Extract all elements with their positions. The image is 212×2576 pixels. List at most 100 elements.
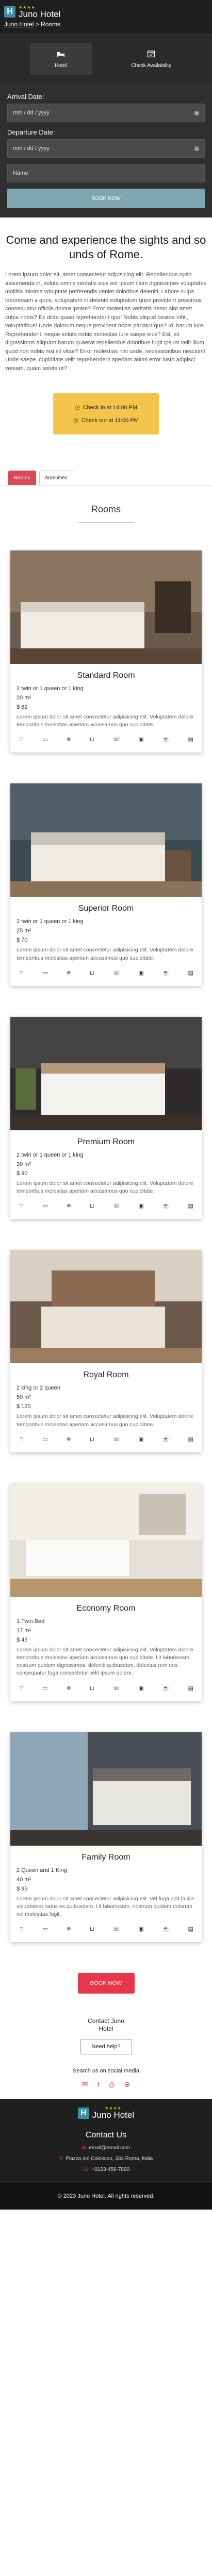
instagram-icon[interactable]: ◎ <box>108 2080 115 2089</box>
room-photo <box>10 783 202 897</box>
tv-icon: ▭ <box>42 737 48 743</box>
book-now-button[interactable]: BOOK NOW <box>7 189 205 208</box>
footer-email[interactable]: ✉ email@email.com <box>0 2145 212 2151</box>
facebook-icon[interactable]: f <box>97 2080 99 2089</box>
room-price: $ 45 <box>17 1636 28 1643</box>
calendar-check-icon <box>148 50 155 57</box>
ac-icon: ❄ <box>66 737 71 743</box>
wifi-icon: ⌔ <box>19 1203 24 1210</box>
room-card[interactable]: Family Room 2 Queen and 1 King 40 m² $ 9… <box>10 1732 202 1943</box>
intro-text: Lorem ipsum dolor sit, amet consectetur … <box>5 272 207 372</box>
room-size: 40 m² <box>17 1876 31 1883</box>
room-price: $ 70 <box>17 937 28 944</box>
room-bed: 2 Queen and 1 King <box>17 1867 67 1874</box>
bottom-book-now-button[interactable]: BOOK NOW <box>77 1973 135 1994</box>
room-name: Superior Room <box>78 904 134 913</box>
wifi-icon: ⌔ <box>19 1685 24 1692</box>
minibar-icon: ▤ <box>188 1685 193 1692</box>
footer-logo: H ★★★★ Juno Hotel <box>0 2106 212 2119</box>
checkout-time: Check out at 11:00 PM <box>81 417 139 424</box>
tab-rooms[interactable]: Rooms <box>8 471 36 485</box>
social-heading: Search us on social media <box>72 2068 139 2075</box>
clock-icon: ◷ <box>73 417 78 424</box>
bath-icon: ⊔ <box>90 1436 94 1443</box>
rooms-list: Standard Room 2 twin or 1 queen or 1 kin… <box>0 523 212 1943</box>
room-card[interactable]: Royal Room 2 king or 2 queen 50 m² $ 120… <box>10 1250 202 1452</box>
tv-icon: ▭ <box>42 969 48 976</box>
room-photo <box>10 550 202 664</box>
ac-icon: ❄ <box>66 1685 71 1692</box>
room-name: Premium Room <box>77 1137 135 1146</box>
top-tabs: Hotel Check Availability <box>0 33 212 85</box>
departure-date-placeholder: mm / dd / yyyy <box>13 145 50 152</box>
booking-form: Arrival Date: mm / dd / yyyy ▦ Departure … <box>0 85 212 218</box>
calendar-icon[interactable]: ▦ <box>194 110 199 116</box>
room-description: Lorem ipsum dolor sit amet consectetur a… <box>17 1413 193 1428</box>
intro-title: Come and experience the sights and so und… <box>6 233 206 261</box>
amenity-icons: ⌔ ▭ ❄ ⊔ ☏ ▣ ☕ ▤ <box>17 1926 195 1933</box>
email-icon[interactable]: ✉ <box>82 2080 88 2089</box>
breadcrumb-separator: > <box>34 20 41 28</box>
room-card[interactable]: Premium Room 2 twin or 1 queen or 1 king… <box>10 1016 202 1219</box>
room-card[interactable]: Standard Room 2 twin or 1 queen or 1 kin… <box>10 550 202 753</box>
contact-section: Contact Juno Hotel Need help? <box>80 2017 132 2055</box>
room-description: Lorem ipsum dolor sit amet consectetur a… <box>17 1646 193 1677</box>
checkin-time: Check in at 14:00 PM <box>83 404 137 411</box>
minibar-icon: ▤ <box>188 1926 193 1933</box>
tv-icon: ▭ <box>42 1685 48 1692</box>
safe-icon: ▣ <box>138 1203 144 1210</box>
rooms-heading: Rooms <box>91 504 121 514</box>
name-placeholder: Name <box>13 170 28 176</box>
room-bed: 1 Twin Bed <box>17 1618 45 1625</box>
copyright: © 2023 Juno Hotel. All rights reserved. <box>0 2183 212 2210</box>
need-help-button[interactable]: Need help? <box>80 2039 132 2055</box>
ac-icon: ❄ <box>66 1926 71 1933</box>
ac-icon: ❄ <box>66 1203 71 1210</box>
coffee-icon: ☕ <box>162 1203 170 1210</box>
safe-icon: ▣ <box>138 1436 144 1443</box>
tab-hotel[interactable]: Hotel <box>29 43 92 75</box>
room-size: 20 m² <box>17 695 31 701</box>
tv-icon: ▭ <box>42 1926 48 1933</box>
contact-line-1: Contact Juno <box>88 2017 124 2025</box>
room-card[interactable]: Economy Room 1 Twin Bed 17 m² $ 45 Lorem… <box>10 1483 202 1701</box>
bed-icon <box>57 52 64 57</box>
brand-name: Juno Hotel <box>19 9 61 19</box>
arrival-date-input[interactable]: mm / dd / yyyy ▦ <box>7 104 205 122</box>
wifi-icon: ⌔ <box>19 737 24 743</box>
tripadvisor-icon[interactable]: ⊕ <box>124 2080 131 2089</box>
tab-hotel-label: Hotel <box>55 62 67 69</box>
name-input[interactable]: Name <box>7 164 205 182</box>
tab-check-availability[interactable]: Check Availability <box>120 43 182 75</box>
calendar-icon[interactable]: ▦ <box>194 146 199 152</box>
minibar-icon: ▤ <box>188 969 193 976</box>
logo[interactable]: H ★★★★ Juno Hotel <box>4 5 208 19</box>
room-photo <box>10 1250 202 1364</box>
phone-icon: ☏ <box>82 2167 89 2173</box>
amenity-icons: ⌔ ▭ ❄ ⊔ ☏ ▣ ☕ ▤ <box>17 1202 195 1210</box>
phone-icon: ☏ <box>112 969 120 976</box>
footer: H ★★★★ Juno Hotel Contact Us ✉ email@emai… <box>0 2099 212 2183</box>
bath-icon: ⊔ <box>90 1926 94 1933</box>
tv-icon: ▭ <box>42 1436 48 1443</box>
room-description: Lorem ipsum dolor sit amet consectetur a… <box>17 947 193 961</box>
room-card[interactable]: Superior Room 2 twin or 1 queen or 1 kin… <box>10 783 202 986</box>
breadcrumb-home-link[interactable]: Juno Hotel <box>4 21 34 28</box>
room-photo <box>10 1732 202 1846</box>
logo-mark: H <box>4 6 15 18</box>
wifi-icon: ⌔ <box>19 1436 24 1443</box>
coffee-icon: ☕ <box>162 1436 170 1443</box>
room-description: Lorem ipsum dolor sit amet consectetur a… <box>17 1895 194 1918</box>
departure-date-input[interactable]: mm / dd / yyyy ▦ <box>7 139 205 158</box>
room-bed: 2 twin or 1 queen or 1 king <box>17 918 84 925</box>
content-tabs: Rooms Amenities <box>0 471 212 486</box>
footer-phone[interactable]: ☏ +0123-456-7890 <box>0 2167 212 2172</box>
safe-icon: ▣ <box>138 1926 144 1933</box>
coffee-icon: ☕ <box>162 969 170 976</box>
safe-icon: ▣ <box>138 1685 144 1692</box>
coffee-icon: ☕ <box>162 1926 170 1933</box>
phone-icon: ☏ <box>112 1685 120 1692</box>
phone-icon: ☏ <box>112 737 120 743</box>
tab-amenities[interactable]: Amenities <box>39 471 73 485</box>
room-photo <box>10 1016 202 1130</box>
